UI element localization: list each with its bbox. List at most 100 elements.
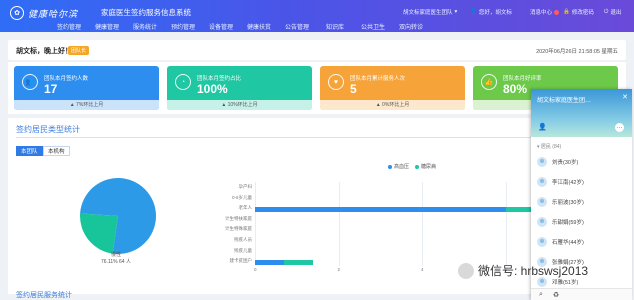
change-password-button[interactable]: 🔒 修改密码 — [563, 8, 594, 16]
bar-segment — [255, 207, 506, 213]
avatar — [537, 177, 547, 187]
section-divider — [16, 137, 616, 138]
bar-segment — [284, 260, 314, 266]
system-title: 家庭医生签约服务信息系统 — [101, 8, 191, 17]
messages-button[interactable]: 消息中心 — [530, 8, 560, 16]
user-icon: 👤 — [470, 9, 477, 15]
nav-item[interactable]: 预约管理 — [164, 22, 202, 31]
bar-category-label: 残疾儿童 — [234, 247, 252, 253]
bar-category-label: 残疾人员 — [234, 236, 252, 242]
legend-dot — [388, 164, 392, 169]
bar-category-label: 计生特扶家庭 — [225, 215, 252, 221]
close-icon[interactable]: ✕ — [622, 93, 628, 101]
section-title: 签约居民类型统计 — [16, 125, 80, 134]
user-greeting: 👤 您好，胡文标 — [470, 8, 512, 16]
chat-footer: ⌕ ♻ — [531, 288, 632, 300]
stat-value: 80% — [503, 82, 528, 96]
chevron-down-icon: ▾ — [454, 9, 458, 15]
lock-icon: 🔒 — [563, 9, 570, 15]
pie-label: 慢性 76.11% 64 人 — [101, 252, 131, 265]
stat-footer: ▲ 7%环比上月 — [14, 100, 159, 110]
avatar — [537, 217, 547, 227]
nav-item[interactable]: 公告管理 — [278, 22, 316, 31]
chat-header: 胡文标家庭医生团… ✕ 👤 … — [531, 89, 632, 137]
role-badge: 团队长 — [68, 46, 90, 55]
nav-item[interactable]: 健康扶贫 — [240, 22, 278, 31]
stat-footer: ▲ 10%环比上月 — [167, 100, 312, 110]
nav-item[interactable]: 双向转诊 — [392, 22, 430, 31]
bar-category-label: 孕产妇 — [238, 184, 253, 189]
chat-settings-icon[interactable]: ♻ — [553, 291, 559, 299]
nav-item[interactable]: 健康管理 — [88, 22, 126, 31]
welcome-bar: 胡文标，晚上好！ 团队长 2020年06月26日 21:58:05 星期五 — [8, 40, 626, 60]
stat-value: 17 — [44, 82, 58, 96]
logo-text: 健康哈尔滨 — [28, 10, 79, 20]
bar-category-label: 老年人 — [238, 205, 253, 211]
stat-label: 团队本月好评率 — [503, 76, 542, 82]
x-tick-label: 4 — [421, 267, 424, 272]
logout-label: 退出 — [610, 10, 622, 16]
avatar — [537, 237, 547, 247]
current-datetime: 2020年06月26日 21:58:05 星期五 — [536, 49, 618, 55]
legend-item: 高血压 — [388, 163, 409, 170]
legend-item: 糖尿病 — [415, 163, 436, 170]
more-icon[interactable]: … — [615, 123, 624, 132]
nav-item[interactable]: 公共卫生 — [354, 22, 392, 31]
grid-line — [505, 182, 507, 266]
stat-card-services: ♥ 团队本月累计服务人次 5 ▲ 0%环比上月 — [320, 66, 465, 110]
grid-line — [338, 182, 340, 266]
tab-own-institution[interactable]: 本机构 — [43, 146, 70, 156]
contact-group[interactable]: ▾ 居民 (84) — [537, 143, 561, 150]
logout-button[interactable]: ⏻ 退出 — [604, 8, 622, 17]
stat-value: 100% — [197, 82, 228, 96]
messages-label: 消息中心 — [530, 10, 553, 16]
greeting: 胡文标，晚上好！ — [16, 48, 72, 55]
contact-name: 乐甜娟(59岁) — [552, 220, 584, 226]
tab-own-team[interactable]: 本团队 — [16, 146, 43, 156]
watermark-text: 微信号: hrbswsj2013 — [478, 264, 589, 278]
team-selector[interactable]: 胡文标家庭医生团队 ▾ — [403, 8, 457, 16]
pie-chart — [80, 178, 156, 254]
pie-slice — [80, 213, 118, 254]
pie-chart-icon: ◔ — [175, 74, 191, 90]
search-icon[interactable]: ⌕ — [539, 291, 543, 299]
contact-item[interactable]: 石雁华(44岁) — [537, 233, 584, 251]
nav-item[interactable]: 签约管理 — [50, 22, 88, 31]
password-label: 修改密码 — [571, 10, 594, 16]
user-greeting-text: 您好，胡文标 — [478, 10, 512, 16]
bar-category-label: 计生特殊家庭 — [225, 226, 252, 232]
contact-name: 刘贵(30岁) — [552, 160, 579, 166]
wechat-watermark: 微信号: hrbswsj2013 — [458, 262, 588, 279]
next-section-title: 签约居民服务统计 — [16, 292, 72, 299]
avatar — [537, 157, 547, 167]
x-tick-label: 0 — [254, 267, 257, 272]
contact-item[interactable]: 乐甜娟(59岁) — [537, 213, 584, 231]
nav-item[interactable]: 服务统计 — [126, 22, 164, 31]
chat-team-name: 胡文标家庭医生团… — [537, 98, 592, 104]
legend-dot — [415, 164, 419, 169]
contact-name: 李江南(42岁) — [552, 180, 584, 186]
avatar — [537, 197, 547, 207]
user-icon[interactable]: 👤 — [538, 123, 547, 131]
x-tick-label: 2 — [337, 267, 341, 272]
stat-value: 5 — [350, 82, 357, 96]
contact-item[interactable]: 刘贵(30岁) — [537, 153, 578, 171]
stat-card-signed: 👥 团队本月签约人数 17 ▲ 7%环比上月 — [14, 66, 159, 110]
contact-name: 邓雅(51岁) — [552, 280, 579, 286]
users-icon: 👥 — [22, 74, 38, 90]
nav-item[interactable]: 设备管理 — [202, 22, 240, 31]
stat-footer: ▲ 0%环比上月 — [320, 100, 465, 110]
stat-label: 团队本月签约占比 — [197, 76, 242, 82]
contact-item[interactable]: 乐丽波(30岁) — [537, 193, 584, 211]
contact-item[interactable]: 李江南(42岁) — [537, 173, 584, 191]
nav-item[interactable]: 知识库 — [316, 22, 354, 31]
power-icon: ⏻ — [604, 8, 609, 15]
grid-line — [255, 182, 256, 266]
team-label: 胡文标家庭医生团队 — [403, 10, 453, 16]
logo-icon: ✿ — [10, 6, 24, 20]
contact-name: 乐丽波(30岁) — [552, 200, 584, 206]
stat-label: 团队本月累计服务人次 — [350, 76, 406, 82]
bar-category-label: 0-6岁儿童 — [231, 194, 252, 200]
contact-name: 石雁华(44岁) — [552, 240, 584, 246]
top-header: ✿ 健康哈尔滨 家庭医生签约服务信息系统 签约管理 健康管理 服务统计 预约管理… — [0, 0, 634, 32]
